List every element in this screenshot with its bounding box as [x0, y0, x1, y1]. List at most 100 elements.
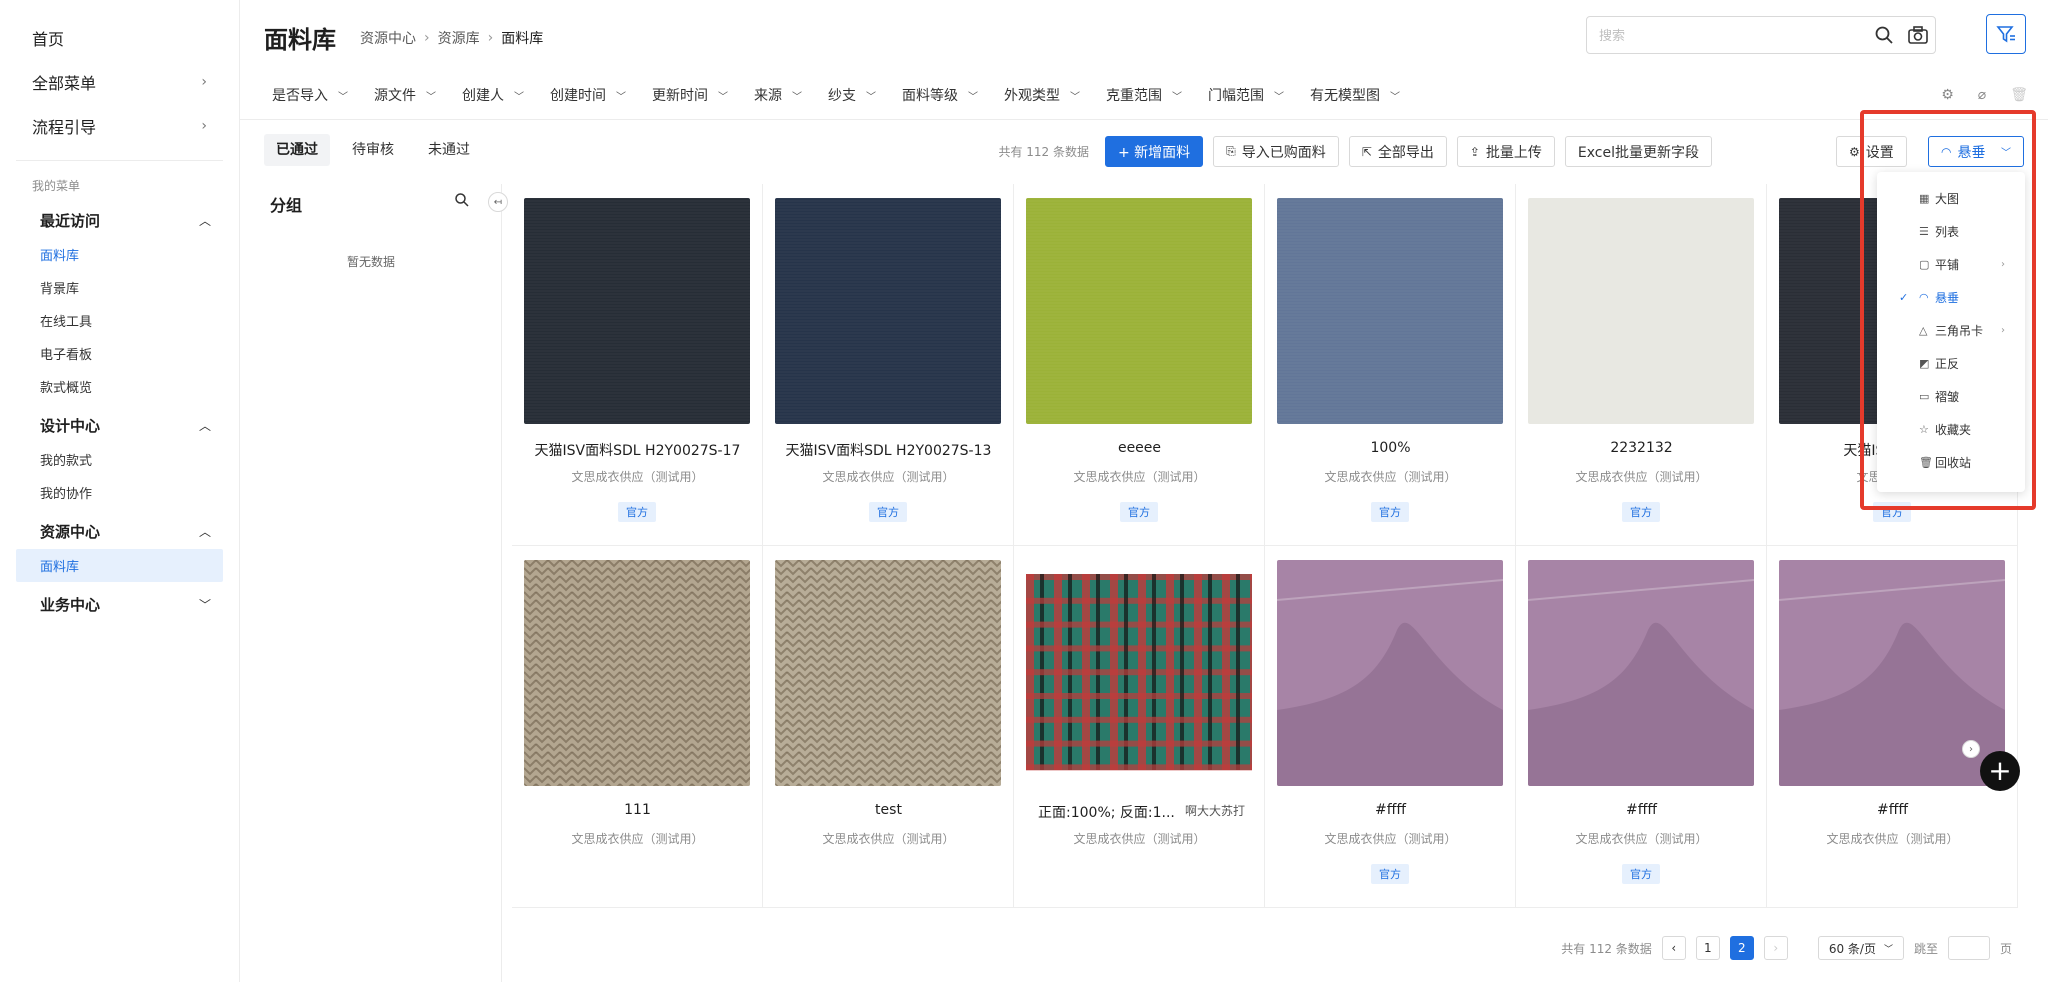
fabric-card[interactable]: 天猫ISV面料SDL H2Y0027S-17 文思成衣供应（测试用） 官方 [512, 184, 763, 546]
add-fab-button[interactable]: + [1980, 751, 2020, 791]
card-title: 天猫ISV面料SDL H2Y0027S-17 [534, 443, 741, 459]
filter-dropdown[interactable]: 更新时间 ﹀ [644, 85, 736, 105]
card-title: #ffff [1876, 802, 1909, 818]
fabric-thumbnail[interactable] [775, 560, 1001, 786]
search-icon[interactable] [1867, 18, 1901, 52]
sidebar-item-online-tools[interactable]: 在线工具 [0, 304, 239, 337]
filter-dropdown[interactable]: 是否导入 ﹀ [264, 85, 356, 105]
clear-filter-icon[interactable]: ⌀ [1978, 87, 1986, 103]
fabric-thumbnail[interactable] [1277, 560, 1503, 786]
batch-upload-button[interactable]: ⇪ 批量上传 [1456, 136, 1555, 167]
filter-dropdown[interactable]: 克重范围 ﹀ [1098, 85, 1190, 105]
fabric-thumbnail[interactable] [1277, 198, 1503, 424]
filter-dropdown[interactable]: 纱支 ﹀ [820, 85, 884, 105]
view-option-hanger[interactable]: △ 三角吊卡 › [1877, 314, 2025, 347]
filter-dropdown[interactable]: 门幅范围 ﹀ [1200, 85, 1292, 105]
filter-dropdown[interactable]: 创建时间 ﹀ [542, 85, 634, 105]
fabric-thumbnail[interactable] [1026, 198, 1252, 424]
official-badge: 官方 [1622, 502, 1660, 522]
group-design[interactable]: 设计中心 ︿ [0, 407, 239, 443]
tab-approved[interactable]: 已通过 [264, 134, 330, 166]
page-2-button[interactable]: 2 [1729, 936, 1754, 960]
new-fabric-button[interactable]: + 新增面料 [1104, 136, 1204, 167]
sidebar-item-all-menu[interactable]: 全部菜单 › [16, 60, 223, 104]
view-option-flip[interactable]: ◩ 正反 [1877, 347, 2025, 380]
fabric-thumbnail[interactable] [775, 198, 1001, 424]
filter-dropdown[interactable]: 来源 ﹀ [746, 85, 810, 105]
breadcrumb-item[interactable]: 资源中心 [360, 28, 416, 48]
sidebar-item-fabric-active[interactable]: 面料库 [16, 549, 223, 582]
breadcrumb-item[interactable]: 资源库 [438, 28, 480, 48]
collapse-panel-button[interactable]: ↤ [488, 192, 508, 212]
sidebar-item-home[interactable]: 首页 [16, 16, 223, 60]
fabric-thumbnail[interactable] [524, 560, 750, 786]
fabric-card[interactable]: #ffff 文思成衣供应（测试用） 官方 [1265, 546, 1516, 908]
sidebar-item-dashboard[interactable]: 电子看板 [0, 337, 239, 370]
jump-page-input[interactable] [1947, 936, 1990, 960]
card-supplier: 文思成衣供应（测试用） [571, 470, 704, 484]
sidebar-item-guide[interactable]: 流程引导 › [16, 104, 223, 148]
group-search-icon[interactable] [454, 192, 470, 212]
fabric-card[interactable]: 正面:100%; 反面:1... 啊大大苏打 文思成衣供应（测试用） [1014, 546, 1265, 908]
tab-pending[interactable]: 待审核 [340, 134, 406, 166]
filter-dropdown[interactable]: 面料等级 ﹀ [894, 85, 986, 105]
tab-rejected[interactable]: 未通过 [416, 134, 482, 166]
group-resource[interactable]: 资源中心 ︿ [0, 513, 239, 549]
fabric-thumbnail[interactable] [1528, 560, 1754, 786]
fabric-thumbnail[interactable] [1528, 198, 1754, 424]
fabric-thumbnail[interactable] [524, 198, 750, 424]
group-recent[interactable]: 最近访问 ︿ [0, 202, 239, 238]
fabric-card[interactable]: test 文思成衣供应（测试用） [763, 546, 1014, 908]
view-option-trash[interactable]: 🗑 回收站 [1877, 446, 2025, 479]
fabric-card[interactable]: #ffff 文思成衣供应（测试用） 官方 [1516, 546, 1767, 908]
export-all-button[interactable]: ⇱ 全部导出 [1348, 136, 1447, 167]
scroll-right-button[interactable]: › [1962, 740, 1980, 758]
fabric-card[interactable]: 100% 文思成衣供应（测试用） 官方 [1265, 184, 1516, 546]
filter-dropdown[interactable]: 源文件 ﹀ [366, 85, 444, 105]
fabric-card[interactable]: 111 文思成衣供应（测试用） [512, 546, 763, 908]
filter-toggle-button[interactable] [1986, 14, 2026, 54]
chevron-down-icon: ﹀ [968, 91, 978, 103]
page-1-button[interactable]: 1 [1695, 936, 1720, 960]
chevron-down-icon: ﹀ [1883, 944, 1893, 955]
import-purchased-button[interactable]: ⎘ 导入已购面料 [1213, 136, 1339, 167]
page-unit-label: 页 [1999, 941, 2012, 956]
search-input[interactable] [1599, 27, 1867, 43]
sidebar-item-background[interactable]: 背景库 [0, 271, 239, 304]
settings-gear-icon[interactable]: ⚙ [1941, 87, 1954, 103]
view-option-drape[interactable]: ✓ ◠ 悬垂 [1877, 281, 2025, 314]
view-option-grid[interactable]: ▦ 大图 [1877, 182, 2025, 215]
sidebar-item-my-collab[interactable]: 我的协作 [0, 476, 239, 509]
prev-page-button[interactable]: ‹ [1661, 936, 1686, 960]
card-supplier: 文思成衣供应（测试用） [571, 832, 704, 846]
group-business[interactable]: 业务中心 ﹀ [0, 586, 239, 622]
fabric-thumbnail[interactable] [1026, 560, 1252, 786]
next-page-button[interactable]: › [1763, 936, 1788, 960]
view-option-list[interactable]: ☰ 列表 [1877, 215, 2025, 248]
card-title: test [875, 802, 902, 818]
page-size-select[interactable]: 60 条/页 ﹀ [1817, 936, 1904, 960]
delete-icon[interactable]: 🗑 [2010, 87, 2028, 103]
chevron-up-icon: ︿ [198, 213, 211, 228]
filter-dropdown[interactable]: 创建人 ﹀ [454, 85, 532, 105]
fabric-card[interactable]: 天猫ISV面料SDL H2Y0027S-13 文思成衣供应（测试用） 官方 [763, 184, 1014, 546]
view-option-fold[interactable]: ▭ 褶皱 [1877, 380, 2025, 413]
camera-icon[interactable] [1901, 18, 1935, 52]
view-option-tile[interactable]: ▢ 平铺 › [1877, 248, 2025, 281]
card-extra: 啊大大苏打 [1184, 804, 1245, 818]
filter-dropdown[interactable]: 有无模型图 ﹀ [1302, 85, 1408, 105]
card-supplier: 文思成衣供应（测试用） [1324, 470, 1457, 484]
sidebar-item-my-styles[interactable]: 我的款式 [0, 443, 239, 476]
excel-update-button[interactable]: Excel批量更新字段 [1564, 136, 1712, 167]
card-title: 111 [624, 802, 651, 818]
toolbar: 已通过 待审核 未通过 共有 112 条数据 + 新增面料 ⎘ 导入已购面料 ⇱ 全… [240, 120, 2048, 184]
fabric-card[interactable]: 2232132 文思成衣供应（测试用） 官方 [1516, 184, 1767, 546]
sidebar-item-fabric[interactable]: 面料库 [0, 238, 239, 271]
sidebar: 首页 全部菜单 › 流程引导 › 我的菜单 最近访问 ︿ 面料库 背景库 在线工具 电… [0, 0, 240, 982]
view-option-star[interactable]: ☆ 收藏夹 [1877, 413, 2025, 446]
upload-icon: ⇪ [1469, 144, 1480, 159]
fabric-card[interactable]: #ffff 文思成衣供应（测试用） [1767, 546, 2018, 908]
filter-dropdown[interactable]: 外观类型 ﹀ [996, 85, 1088, 105]
fabric-card[interactable]: eeeee 文思成衣供应（测试用） 官方 [1014, 184, 1265, 546]
sidebar-item-style-overview[interactable]: 款式概览 [0, 370, 239, 403]
